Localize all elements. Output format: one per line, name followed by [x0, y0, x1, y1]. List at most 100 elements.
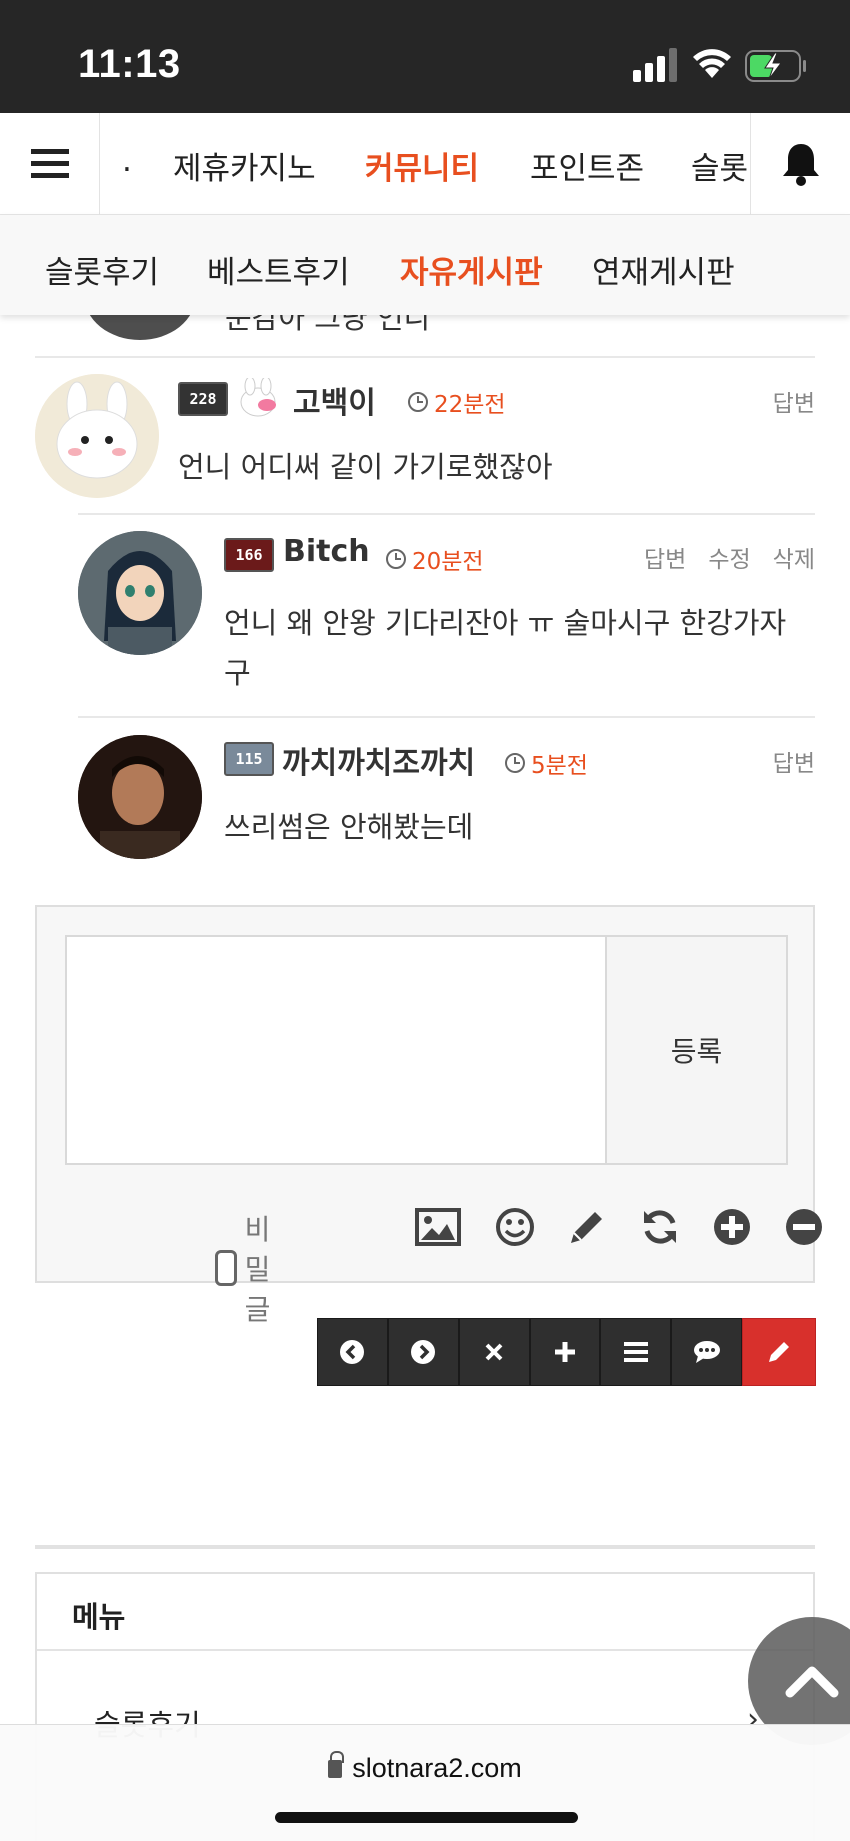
- prev-button[interactable]: [317, 1318, 388, 1386]
- write-button[interactable]: [742, 1318, 817, 1386]
- remove-button[interactable]: [779, 1202, 829, 1252]
- battery-charging-icon: [745, 50, 806, 82]
- bunny-avatar-icon: [35, 374, 159, 498]
- edit-button[interactable]: 수정: [708, 540, 750, 574]
- minus-circle-icon: [786, 1209, 822, 1245]
- add-post-button[interactable]: [529, 1318, 601, 1386]
- plus-icon: [555, 1342, 575, 1362]
- comment-nickname[interactable]: 까치까치조까치: [282, 738, 475, 782]
- list-button[interactable]: [600, 1318, 672, 1386]
- lock-icon: [328, 1751, 345, 1778]
- reply-button[interactable]: 답변: [644, 540, 686, 574]
- sub-nav-item-slot-review[interactable]: 슬롯후기: [45, 247, 159, 292]
- sub-nav-item-best-review[interactable]: 베스트후기: [207, 247, 350, 292]
- smile-icon: [496, 1208, 534, 1246]
- post-action-bar: [317, 1318, 817, 1386]
- reply-button[interactable]: 답변: [773, 744, 815, 778]
- level-badge: 228: [178, 382, 228, 416]
- chevron-up-icon: [785, 1666, 839, 1698]
- wifi-icon: [693, 49, 731, 78]
- top-nav-item-partner-casino[interactable]: 제휴카지노: [173, 143, 316, 188]
- avatar: [35, 374, 159, 498]
- top-nav-item-community[interactable]: 커뮤니티: [365, 143, 479, 188]
- top-nav: . 제휴카지노 커뮤니티 포인트존 슬롯: [0, 113, 850, 215]
- sub-nav-item-free-board[interactable]: 자유게시판: [400, 247, 543, 292]
- comment-nickname[interactable]: 고백이: [293, 378, 376, 422]
- comment-time: 22분전: [408, 385, 506, 419]
- refresh-button[interactable]: [635, 1202, 685, 1252]
- top-nav-item-point-zone[interactable]: 포인트존: [530, 143, 644, 188]
- comment-button[interactable]: [671, 1318, 743, 1386]
- menu-title: 메뉴: [72, 1600, 126, 1634]
- hamburger-icon: [30, 149, 69, 178]
- browser-url-bar[interactable]: slotnara2.com: [0, 1724, 850, 1841]
- top-nav-item-slot[interactable]: 슬롯: [691, 143, 748, 188]
- comment-body-line: 구: [224, 656, 251, 690]
- add-button[interactable]: [707, 1202, 757, 1252]
- cellular-signal-icon: [633, 48, 677, 82]
- comment-time-text: 22분전: [434, 392, 506, 418]
- comment-body: 언니 왜 안왕 기다리잔아 ㅠ 술마시구 한강가자 구: [224, 598, 814, 698]
- top-nav-item-dot[interactable]: .: [122, 143, 132, 179]
- comment-actions: 답변 수정 삭제: [644, 540, 815, 574]
- secret-label: 비밀글: [244, 1213, 271, 1326]
- comment-time-text: 20분전: [412, 549, 484, 575]
- url-display[interactable]: slotnara2.com: [0, 1751, 850, 1784]
- section-divider: [35, 1545, 815, 1549]
- comment-time-text: 5분전: [531, 753, 588, 779]
- list-icon: [623, 1342, 648, 1362]
- comment-form: 등록 비밀글: [35, 905, 822, 1326]
- clock-icon: [505, 753, 525, 773]
- divider: [35, 356, 815, 358]
- pencil-button[interactable]: [562, 1202, 612, 1252]
- refresh-icon: [644, 1210, 676, 1244]
- comment-body: 쓰리썸은 안해봤는데: [224, 810, 474, 844]
- anime-avatar-icon: [78, 531, 202, 655]
- checkbox-icon[interactable]: [215, 1250, 237, 1286]
- comment-icon: [693, 1341, 720, 1363]
- comment-time: 20분전: [386, 542, 484, 576]
- level-badge: 115: [224, 742, 274, 776]
- bell-icon: [782, 144, 819, 186]
- plus-circle-icon: [714, 1209, 750, 1245]
- divider: [37, 1649, 813, 1651]
- close-button[interactable]: [458, 1318, 530, 1386]
- photo-avatar-icon: [78, 735, 202, 859]
- submit-button[interactable]: 등록: [605, 935, 788, 1165]
- secret-checkbox[interactable]: 비밀글: [215, 1208, 285, 1328]
- avatar: [78, 735, 202, 859]
- avatar: [78, 531, 202, 655]
- comment-body: 언니 어디써 같이 가기로했잖아: [178, 450, 553, 484]
- url-text: slotnara2.com: [352, 1753, 522, 1783]
- bunny-emoji-icon: [240, 378, 276, 417]
- close-icon: [485, 1343, 503, 1361]
- sub-nav: 슬롯후기 베스트후기 자유게시판 연재게시판: [0, 215, 850, 315]
- comment-actions: 답변: [773, 744, 815, 778]
- prev-icon: [340, 1340, 365, 1364]
- delete-button[interactable]: 삭제: [773, 540, 815, 574]
- write-icon: [769, 1342, 790, 1362]
- level-badge: 166: [224, 538, 274, 572]
- comment-textarea[interactable]: [65, 935, 607, 1165]
- notification-button[interactable]: [750, 113, 850, 215]
- comment-time: 5분전: [505, 746, 588, 780]
- hamburger-menu-button[interactable]: [0, 113, 100, 215]
- next-button[interactable]: [387, 1318, 459, 1386]
- status-time: 11:13: [78, 42, 181, 86]
- clock-icon: [386, 549, 406, 569]
- comment-body-line: 언니 왜 안왕 기다리잔아 ㅠ 술마시구 한강가자: [224, 606, 787, 640]
- next-icon: [411, 1340, 436, 1364]
- emoji-button[interactable]: [490, 1202, 540, 1252]
- sub-nav-item-serial-board[interactable]: 연재게시판: [592, 247, 735, 292]
- comment-nickname[interactable]: Bitch: [283, 534, 370, 569]
- clock-icon: [408, 392, 428, 412]
- image-button[interactable]: [413, 1202, 463, 1252]
- status-bar: 11:13: [0, 0, 850, 113]
- pencil-icon: [571, 1212, 602, 1243]
- divider: [78, 716, 815, 718]
- home-indicator[interactable]: [275, 1812, 578, 1823]
- reply-button[interactable]: 답변: [773, 384, 815, 418]
- image-icon: [415, 1208, 461, 1246]
- divider: [78, 513, 815, 515]
- comment-actions: 답변: [773, 384, 815, 418]
